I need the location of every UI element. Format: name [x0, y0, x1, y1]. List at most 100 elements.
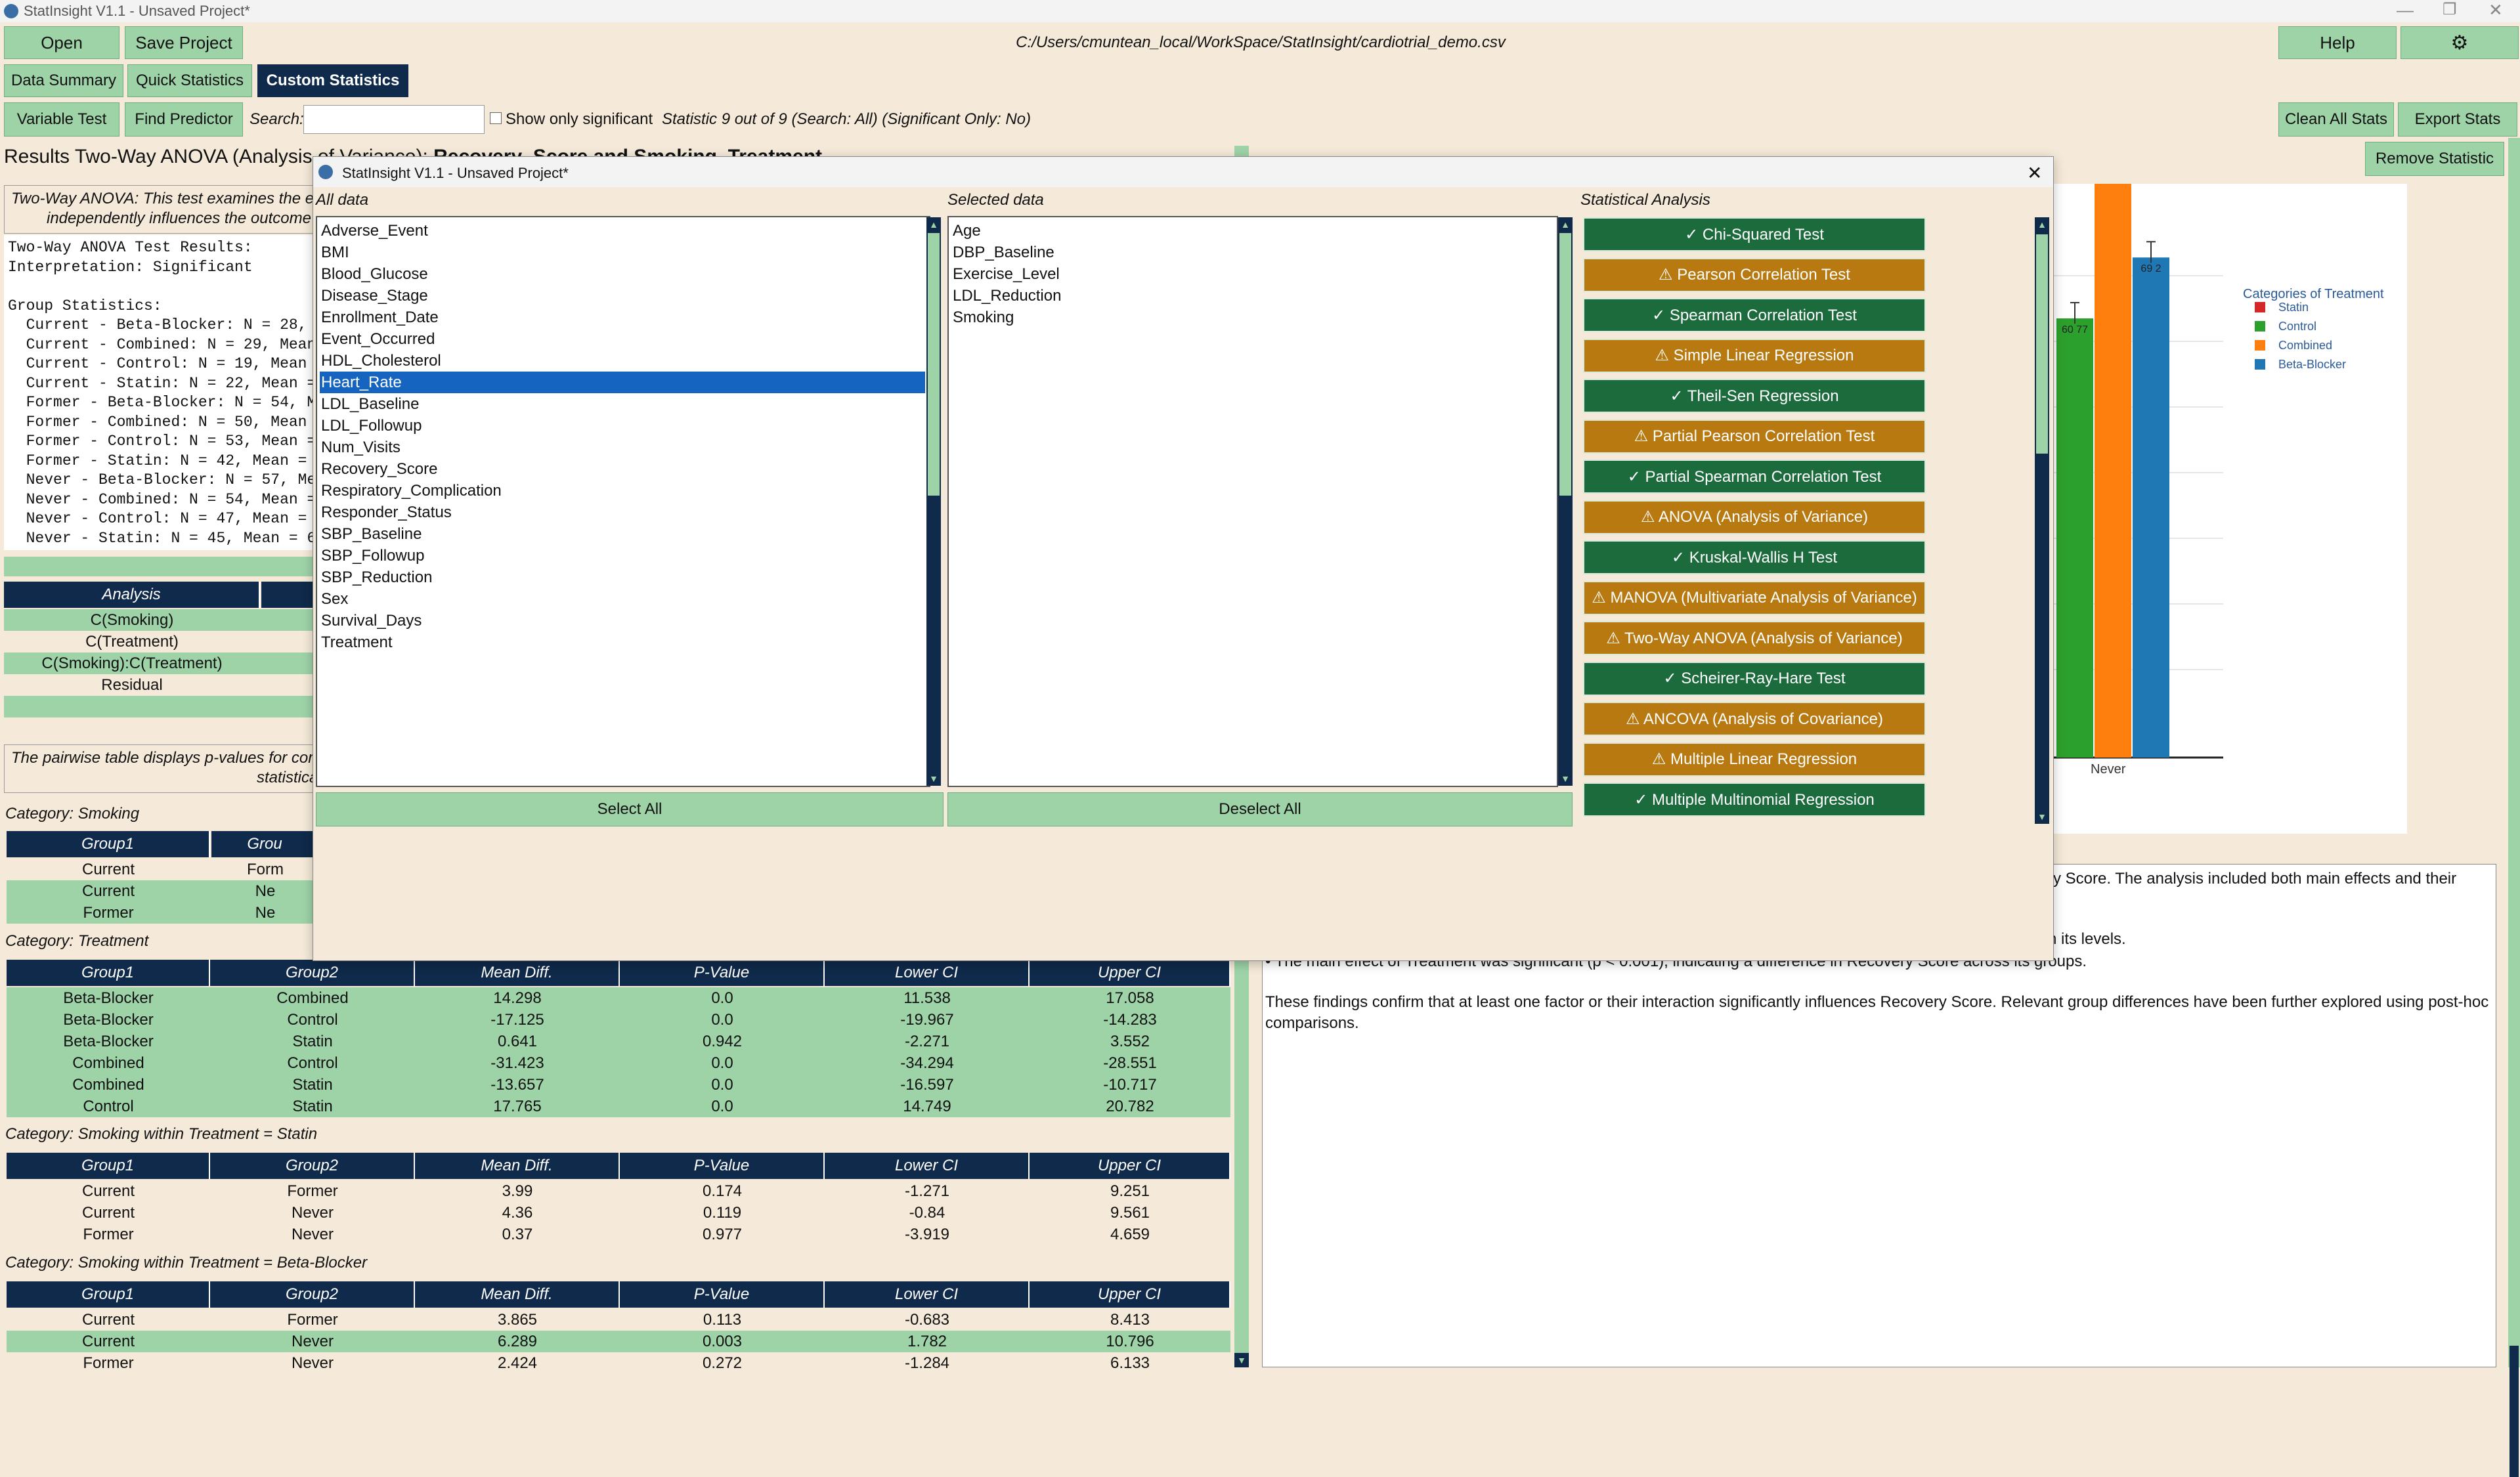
- table-cell: Current: [81, 1182, 135, 1200]
- table-cell: Control: [287, 1010, 338, 1029]
- all-data-scroll-thumb[interactable]: [928, 233, 940, 496]
- analysis-button[interactable]: ✓ Theil-Sen Regression: [1583, 379, 1926, 413]
- cell-group2: Form: [247, 860, 284, 878]
- save-project-button[interactable]: Save Project: [125, 26, 243, 59]
- scroll-down-arrow-icon[interactable]: ▼: [2035, 809, 2049, 824]
- all-data-item[interactable]: HDL_Cholesterol: [320, 350, 925, 372]
- tab-quick-statistics[interactable]: Quick Statistics: [127, 64, 252, 97]
- scroll-down-arrow-icon[interactable]: ▼: [926, 771, 941, 786]
- all-data-item[interactable]: BMI: [320, 242, 925, 263]
- all-data-item[interactable]: LDL_Baseline: [320, 393, 925, 415]
- app-icon: [4, 4, 18, 18]
- table-row: Former Never 0.37 0.977 -3.919 4.659: [7, 1224, 1230, 1245]
- category-statin-label: Category: Smoking within Treatment = Sta…: [5, 1125, 318, 1143]
- all-data-item[interactable]: Adverse_Event: [320, 220, 925, 242]
- all-data-item[interactable]: Treatment: [320, 631, 925, 653]
- show-significant-checkbox[interactable]: [490, 112, 502, 124]
- close-window-icon[interactable]: ✕: [2488, 0, 2503, 20]
- analysis-button[interactable]: ✓ Kruskal-Wallis H Test: [1583, 540, 1926, 574]
- selected-data-item[interactable]: DBP_Baseline: [951, 242, 1054, 263]
- all-data-item[interactable]: Sex: [320, 588, 925, 610]
- scroll-up-arrow-icon[interactable]: ▲: [1558, 217, 1573, 232]
- table-cell: Former: [287, 1310, 338, 1329]
- analysis-button[interactable]: ⚠ Partial Pearson Correlation Test: [1583, 419, 1926, 454]
- chart-scroll-thumb[interactable]: [2509, 1346, 2519, 1477]
- analysis-button[interactable]: ⚠ ANCOVA (Analysis of Covariance): [1583, 702, 1926, 736]
- all-data-item[interactable]: SBP_Baseline: [320, 523, 925, 545]
- table-cell: -3.919: [904, 1225, 950, 1243]
- analysis-button[interactable]: ✓ Partial Spearman Correlation Test: [1583, 460, 1926, 494]
- all-data-item[interactable]: Enrollment_Date: [320, 307, 925, 328]
- settings-button[interactable]: ⚙: [2401, 26, 2519, 59]
- all-data-item[interactable]: Disease_Stage: [320, 285, 925, 307]
- scroll-down-arrow-icon[interactable]: ▼: [1558, 771, 1573, 786]
- dialog-app-icon: [318, 165, 333, 179]
- deselect-all-button[interactable]: Deselect All: [947, 792, 1573, 826]
- table-cell: 3.99: [502, 1182, 533, 1200]
- variable-test-button[interactable]: Variable Test: [4, 102, 119, 137]
- scroll-up-arrow-icon[interactable]: ▲: [926, 217, 941, 232]
- scroll-down-arrow-icon[interactable]: ▼: [1234, 1353, 1249, 1367]
- help-button[interactable]: Help: [2278, 26, 2397, 59]
- restore-icon[interactable]: ❐: [2443, 0, 2457, 19]
- analysis-button[interactable]: ⚠ Pearson Correlation Test: [1583, 257, 1926, 292]
- all-data-item[interactable]: Recovery_Score: [320, 458, 925, 480]
- selected-data-item[interactable]: Exercise_Level: [951, 263, 1060, 285]
- remove-statistic-button[interactable]: Remove Statistic: [2365, 142, 2504, 176]
- col-header: Mean Diff.: [415, 1281, 620, 1308]
- bar-chart: 60 7783.3269 2 Never Categories of Treat…: [2009, 184, 2384, 777]
- open-button[interactable]: Open: [4, 26, 119, 59]
- scroll-up-arrow-icon[interactable]: ▲: [2035, 217, 2049, 232]
- analysis-button[interactable]: ✓ Spearman Correlation Test: [1583, 298, 1926, 332]
- analysis-button[interactable]: ✓ Chi-Squared Test: [1583, 217, 1926, 251]
- bar-beta-blocker: [2133, 257, 2169, 758]
- select-all-button[interactable]: Select All: [316, 792, 944, 826]
- tab-custom-statistics[interactable]: Custom Statistics: [257, 64, 408, 97]
- analysis-button[interactable]: ⚠ Two-Way ANOVA (Analysis of Variance): [1583, 621, 1926, 655]
- all-data-item[interactable]: LDL_Followup: [320, 415, 925, 437]
- all-data-item[interactable]: SBP_Followup: [320, 545, 925, 567]
- all-data-item[interactable]: Survival_Days: [320, 610, 925, 631]
- all-data-item[interactable]: Event_Occurred: [320, 328, 925, 350]
- analysis-scroll-thumb[interactable]: [2036, 234, 2048, 454]
- minimize-icon[interactable]: —: [2397, 0, 2414, 20]
- search-input[interactable]: [303, 105, 485, 134]
- analysis-button[interactable]: ⚠ ANOVA (Analysis of Variance): [1583, 500, 1926, 534]
- clean-all-stats-button[interactable]: Clean All Stats: [2278, 102, 2394, 137]
- all-data-list[interactable]: Adverse_Event BMI Blood_Glucose Disease_Sta…: [316, 216, 930, 787]
- dialog-close-icon[interactable]: ✕: [2027, 162, 2042, 184]
- all-data-item[interactable]: Respiratory_Complication: [320, 480, 925, 502]
- analysis-button[interactable]: ✓ Scheirer-Ray-Hare Test: [1583, 661, 1926, 696]
- analysis-button[interactable]: ⚠ MANOVA (Multivariate Analysis of Varia…: [1583, 580, 1926, 615]
- all-data-item[interactable]: Blood_Glucose: [320, 263, 925, 285]
- selected-data-list[interactable]: Age DBP_Baseline Exercise_Level LDL_Reducti…: [947, 216, 1558, 787]
- legend-label: Beta-Blocker: [2278, 358, 2346, 371]
- selected-data-item[interactable]: Age: [951, 220, 981, 242]
- tab-data-summary[interactable]: Data Summary: [4, 64, 123, 97]
- export-stats-button[interactable]: Export Stats: [2398, 102, 2517, 137]
- all-data-item[interactable]: Responder_Status: [320, 502, 925, 523]
- table-cell: Current: [81, 1310, 135, 1329]
- all-data-scrollbar[interactable]: ▲ ▼: [926, 217, 941, 786]
- find-predictor-button[interactable]: Find Predictor: [125, 102, 243, 137]
- selected-data-item[interactable]: Smoking: [951, 307, 1014, 328]
- all-data-item[interactable]: Heart_Rate: [320, 372, 925, 393]
- table-cell: 6.133: [1110, 1354, 1150, 1372]
- selected-data-scrollbar[interactable]: ▲ ▼: [1558, 217, 1573, 786]
- analysis-button[interactable]: ⚠ Multiple Linear Regression: [1583, 742, 1926, 777]
- output-line: Two-Way ANOVA Test Results:: [8, 239, 253, 256]
- all-data-item[interactable]: Num_Visits: [320, 437, 925, 458]
- chart-scrollbar[interactable]: [2508, 138, 2520, 1477]
- output-line: Current - Beta-Blocker: N = 28, M: [8, 316, 326, 333]
- col-header: Group1: [7, 1281, 210, 1308]
- table-cell: Never: [291, 1225, 334, 1243]
- table-cell: 0.113: [703, 1310, 742, 1329]
- analysis-list: ✓ Chi-Squared Test ⚠ Pearson Correlation …: [1583, 217, 1928, 821]
- analysis-scrollbar[interactable]: ▲ ▼: [2035, 217, 2049, 824]
- analysis-button[interactable]: ✓ Multiple Multinomial Regression: [1583, 782, 1926, 817]
- selected-data-item[interactable]: LDL_Reduction: [951, 285, 1061, 307]
- analysis-button[interactable]: ⚠ Simple Linear Regression: [1583, 338, 1926, 373]
- all-data-item[interactable]: SBP_Reduction: [320, 567, 925, 588]
- table-cell: Combined: [72, 1054, 144, 1072]
- selected-data-scroll-thumb[interactable]: [1559, 233, 1571, 496]
